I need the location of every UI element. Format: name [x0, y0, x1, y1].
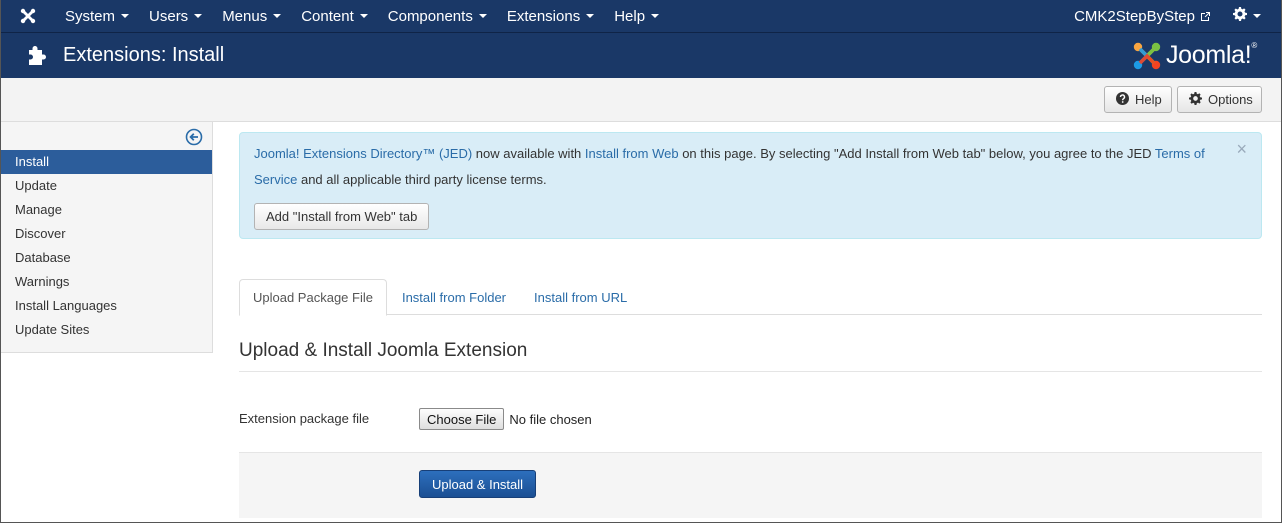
install-tabs: Upload Package File Install from Folder … — [239, 279, 1262, 316]
puzzle-icon — [26, 45, 48, 67]
sidebar-item-discover[interactable]: Discover — [1, 222, 212, 246]
jed-info-alert: Joomla! Extensions Directory™ (JED) now … — [239, 132, 1262, 239]
close-icon[interactable]: × — [1236, 139, 1247, 160]
add-install-from-web-button[interactable]: Add "Install from Web" tab — [254, 203, 430, 230]
alert-text-part: and all applicable third party license t… — [297, 172, 547, 187]
question-circle-icon — [1116, 91, 1129, 108]
menu-label: Content — [301, 7, 354, 25]
menu-label: Users — [149, 7, 189, 25]
site-name: CMK2StepByStep — [1074, 7, 1195, 25]
options-button[interactable]: Options — [1177, 86, 1262, 113]
menu-system[interactable]: System — [55, 0, 139, 32]
menu-label: Help — [614, 7, 646, 25]
caret-down-icon — [359, 14, 368, 18]
sidebar-item-install[interactable]: Install — [1, 150, 212, 174]
tab-install-from-folder[interactable]: Install from Folder — [389, 279, 519, 315]
alert-message: Joomla! Extensions Directory™ (JED) now … — [254, 141, 1214, 193]
tab-install-from-url[interactable]: Install from URL — [521, 279, 640, 315]
joomla-logo-icon — [1133, 42, 1161, 69]
menu-content[interactable]: Content — [291, 0, 378, 32]
joomla-wordmark: Joomla!® — [1166, 41, 1257, 70]
page-header: Extensions: Install Joomla!® — [1, 32, 1281, 78]
upload-install-button[interactable]: Upload & Install — [419, 470, 537, 498]
help-label: Help — [1135, 92, 1162, 107]
sidebar-item-manage[interactable]: Manage — [1, 198, 212, 222]
gear-icon — [1233, 7, 1247, 25]
sidebar-item-update[interactable]: Update — [1, 174, 212, 198]
extension-package-file-input[interactable]: Choose File No file chosen — [419, 408, 592, 430]
alert-text-part: now available with — [472, 146, 585, 161]
toolbar: Help Options — [1, 78, 1281, 122]
form-actions: Upload & Install — [239, 452, 1262, 518]
registered-mark: ® — [1251, 41, 1257, 50]
joomla-logo: Joomla!® — [1132, 41, 1257, 71]
circle-arrow-left-icon[interactable] — [185, 128, 203, 146]
menu-label: System — [65, 7, 116, 25]
sidebar-item-install-languages[interactable]: Install Languages — [1, 294, 212, 318]
jed-link[interactable]: Joomla! Extensions Directory™ (JED) — [254, 146, 472, 161]
section-title: Upload & Install Joomla Extension — [239, 340, 1262, 372]
install-from-web-link[interactable]: Install from Web — [585, 146, 679, 161]
menu-components[interactable]: Components — [378, 0, 497, 32]
caret-down-icon — [273, 14, 282, 18]
choose-file-button[interactable]: Choose File — [419, 408, 505, 430]
menu-label: Components — [387, 7, 473, 25]
menu-label: Menus — [222, 7, 268, 25]
caret-down-icon — [1253, 14, 1261, 18]
options-label: Options — [1208, 92, 1253, 107]
sidebar-item-warnings[interactable]: Warnings — [1, 270, 212, 294]
sidebar-item-update-sites[interactable]: Update Sites — [1, 318, 212, 342]
menu-help[interactable]: Help — [604, 0, 669, 32]
sidebar-menu: Install Update Manage Discover Database … — [1, 150, 212, 342]
caret-down-icon — [586, 14, 595, 18]
menu-extensions[interactable]: Extensions — [497, 0, 604, 32]
extension-package-label: Extension package file — [239, 411, 370, 426]
brand-text: Joomla! — [1165, 41, 1252, 69]
caret-down-icon — [478, 14, 487, 18]
caret-down-icon — [194, 14, 203, 18]
menu-label: Extensions — [506, 7, 581, 25]
sidebar-item-database[interactable]: Database — [1, 246, 212, 270]
menu-users[interactable]: Users — [139, 0, 212, 32]
no-file-chosen-text: No file chosen — [509, 411, 592, 427]
sidebar: Install Update Manage Discover Database … — [1, 122, 213, 353]
user-menu[interactable] — [1221, 0, 1281, 32]
gear-icon — [1189, 91, 1202, 108]
top-navbar: System Users Menus Content Components Ex… — [1, 0, 1281, 32]
tab-upload-package-file[interactable]: Upload Package File — [239, 279, 387, 316]
caret-down-icon — [651, 14, 660, 18]
menu-menus[interactable]: Menus — [212, 0, 291, 32]
page-title: Extensions: Install — [63, 44, 225, 66]
site-link[interactable]: CMK2StepByStep — [1064, 0, 1221, 32]
external-link-icon — [1200, 11, 1211, 22]
joomla-icon[interactable] — [1, 0, 55, 32]
help-button[interactable]: Help — [1104, 86, 1172, 113]
alert-text-part: on this page. By selecting "Add Install … — [678, 146, 1155, 161]
caret-down-icon — [121, 14, 130, 18]
